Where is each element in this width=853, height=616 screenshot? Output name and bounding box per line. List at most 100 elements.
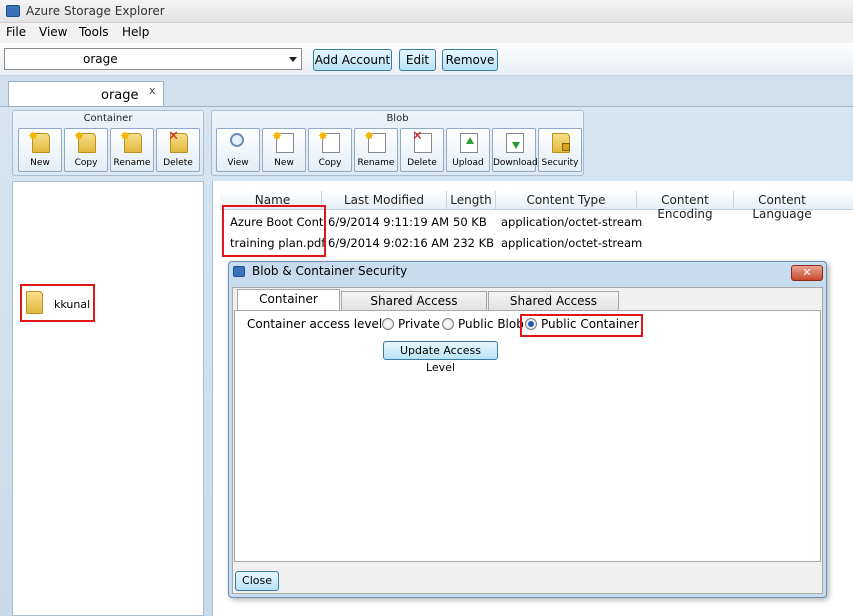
blob-download-label: Download bbox=[493, 158, 538, 168]
blob-security-button[interactable]: Security bbox=[538, 128, 582, 172]
document-rename-icon: ✸ bbox=[364, 130, 386, 153]
menu-bar: File View Tools Help bbox=[0, 23, 853, 43]
blob-row-type: application/octet-stream bbox=[501, 215, 643, 229]
update-access-level-button[interactable]: Update Access Level bbox=[383, 341, 498, 374]
annotation-highlight-box bbox=[222, 205, 326, 257]
account-dropdown[interactable]: orage bbox=[4, 48, 302, 70]
tab-content-panel bbox=[234, 310, 821, 562]
blob-upload-button[interactable]: Upload bbox=[446, 128, 490, 172]
blob-view-label: View bbox=[227, 158, 249, 168]
blob-ribbon-group: Blob View ✸ New ✸ Copy ✸ Rename ✕ Delete… bbox=[211, 110, 584, 176]
blob-copy-button[interactable]: ✸ Copy bbox=[308, 128, 352, 172]
dialog-close-button[interactable]: Close bbox=[235, 571, 279, 591]
container-new-button[interactable]: ✸ New bbox=[18, 128, 62, 172]
container-group-title: Container bbox=[83, 113, 133, 124]
column-header-content-language[interactable]: Content Language bbox=[734, 193, 830, 221]
document-tabstrip: orage x bbox=[0, 76, 853, 107]
star-icon: ✸ bbox=[272, 129, 283, 143]
radio-public-blob[interactable] bbox=[442, 318, 454, 330]
blob-security-label: Security bbox=[541, 158, 579, 168]
column-header-last-modified[interactable]: Last Modified bbox=[322, 193, 446, 207]
menu-help[interactable]: Help bbox=[122, 25, 149, 39]
blob-new-button[interactable]: ✸ New bbox=[262, 128, 306, 172]
redacted-area bbox=[22, 194, 172, 286]
blob-view-button[interactable]: View bbox=[216, 128, 260, 172]
blob-row-length: 50 KB bbox=[453, 215, 487, 229]
arrow-up-icon bbox=[466, 137, 474, 144]
blob-rename-button[interactable]: ✸ Rename bbox=[354, 128, 398, 172]
blob-row-modified: 6/9/2014 9:02:16 AM bbox=[328, 236, 450, 250]
dialog-title: Blob & Container Security bbox=[252, 264, 408, 278]
menu-tools[interactable]: Tools bbox=[79, 25, 109, 39]
radio-public-blob-label[interactable]: Public Blob bbox=[458, 317, 524, 331]
upload-icon bbox=[460, 133, 478, 153]
star-icon: ✸ bbox=[318, 129, 329, 143]
download-icon bbox=[506, 133, 524, 153]
account-toolbar: orage Add Account Edit Remove bbox=[0, 43, 853, 76]
menu-view[interactable]: View bbox=[39, 25, 67, 39]
arrow-down-icon bbox=[512, 142, 520, 149]
container-ribbon-group: Container ✸ New ✸ Copy ✸ Rename ✕ Delete bbox=[12, 110, 204, 176]
redacted-area bbox=[9, 51, 81, 67]
title-bar: Azure Storage Explorer bbox=[0, 0, 853, 23]
blob-delete-button[interactable]: ✕ Delete bbox=[400, 128, 444, 172]
container-rename-label: Rename bbox=[113, 158, 151, 168]
blob-download-button[interactable]: Download bbox=[492, 128, 538, 172]
container-delete-label: Delete bbox=[163, 158, 193, 168]
access-level-label: Container access level: bbox=[247, 317, 387, 331]
remove-button[interactable]: Remove bbox=[442, 49, 498, 71]
star-icon: ✸ bbox=[364, 129, 375, 143]
blob-row-modified: 6/9/2014 9:11:19 AM bbox=[328, 215, 450, 229]
star-icon: ✸ bbox=[74, 129, 85, 143]
radio-private-label[interactable]: Private bbox=[398, 317, 440, 331]
tab-label: orage bbox=[101, 88, 139, 103]
blob-delete-label: Delete bbox=[407, 158, 437, 168]
folder-new-icon: ✸ bbox=[28, 130, 50, 153]
dialog-app-icon bbox=[233, 266, 245, 277]
folder-icon bbox=[26, 291, 43, 314]
tab-shared-access-signatures[interactable]: Shared Access Signatures bbox=[341, 291, 487, 326]
star-icon: ✸ bbox=[120, 129, 131, 143]
blob-rename-label: Rename bbox=[357, 158, 395, 168]
folder-rename-icon: ✸ bbox=[120, 130, 142, 153]
container-rename-button[interactable]: ✸ Rename bbox=[110, 128, 154, 172]
delete-x-icon: ✕ bbox=[412, 129, 423, 144]
radio-private[interactable] bbox=[382, 318, 394, 330]
redacted-area bbox=[24, 327, 167, 432]
blob-upload-label: Upload bbox=[452, 158, 484, 168]
account-dropdown-value: orage bbox=[83, 52, 118, 66]
column-header-content-encoding[interactable]: Content Encoding bbox=[637, 193, 733, 221]
container-copy-label: Copy bbox=[74, 158, 98, 168]
blob-new-label: New bbox=[274, 158, 294, 168]
container-delete-button[interactable]: ✕ Delete bbox=[156, 128, 200, 172]
tree-item-container[interactable]: kkunal bbox=[20, 284, 95, 322]
document-delete-icon: ✕ bbox=[412, 129, 432, 153]
star-icon: ✸ bbox=[28, 129, 39, 143]
tab-storage-account[interactable]: orage x bbox=[8, 81, 164, 107]
blob-row-length: 232 KB bbox=[453, 236, 495, 250]
blob-copy-label: Copy bbox=[318, 158, 342, 168]
redacted-area bbox=[15, 86, 81, 102]
tree-item-label: kkunal bbox=[54, 298, 91, 311]
close-icon[interactable]: ✕ bbox=[791, 265, 823, 281]
add-account-button[interactable]: Add Account bbox=[313, 49, 392, 71]
blob-group-title: Blob bbox=[386, 113, 409, 124]
magnifier-icon bbox=[230, 133, 244, 147]
tab-container-access[interactable]: Container Access bbox=[237, 289, 340, 324]
annotation-highlight-box bbox=[520, 314, 643, 337]
app-icon bbox=[6, 5, 20, 17]
document-copy-icon: ✸ bbox=[318, 130, 340, 153]
lock-icon bbox=[562, 143, 570, 151]
container-copy-button[interactable]: ✸ Copy bbox=[64, 128, 108, 172]
menu-file[interactable]: File bbox=[6, 25, 26, 39]
chevron-down-icon bbox=[289, 57, 297, 62]
blob-row-type: application/octet-stream bbox=[501, 236, 643, 250]
security-lock-icon bbox=[552, 133, 570, 153]
close-icon[interactable]: x bbox=[149, 84, 156, 97]
tab-shared-access-policies[interactable]: Shared Access Policies bbox=[488, 291, 619, 326]
column-header-content-type[interactable]: Content Type bbox=[496, 193, 636, 207]
column-header-length[interactable]: Length bbox=[447, 193, 495, 207]
edit-button[interactable]: Edit bbox=[399, 49, 436, 71]
delete-x-icon: ✕ bbox=[168, 129, 179, 144]
folder-delete-icon: ✕ bbox=[168, 129, 188, 153]
